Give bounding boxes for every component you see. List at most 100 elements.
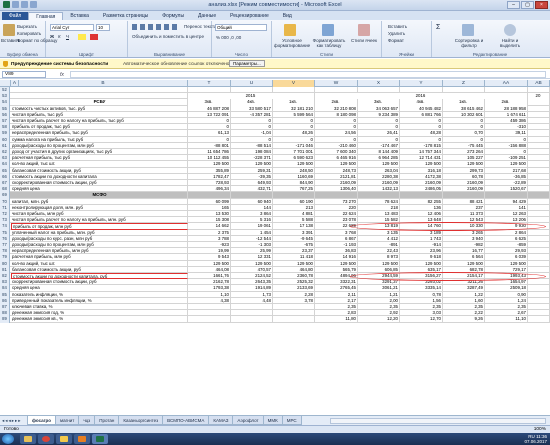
align-icons[interactable] [132,24,180,30]
data-cell[interactable]: 12,20 [358,316,400,323]
delete-cells-button[interactable]: Удалить [388,31,405,36]
number-format-select[interactable]: Общий [215,24,267,31]
format-table-button[interactable]: Форматировать как таблицу [312,38,346,48]
taskbar-chrome[interactable] [38,434,54,444]
column-header[interactable]: X [358,80,400,87]
cut-button[interactable]: Вырезать [17,24,37,29]
system-tray-clock[interactable]: RU 11:36 07.06.2017 [524,434,547,444]
column-header[interactable]: V [273,80,315,87]
formula-input[interactable] [70,71,546,78]
group-label: Шрифт [79,52,94,57]
tab-insert[interactable]: Вставка [63,12,96,20]
zoom-level[interactable]: 100% [534,427,546,432]
bold-button[interactable]: Ж [50,34,54,39]
sheet-tab[interactable]: МРС [281,416,302,425]
paste-icon[interactable] [3,24,15,36]
data-cell[interactable]: 11,10 [485,316,528,323]
font-color-icon[interactable] [90,34,98,40]
tab-data[interactable]: Данные [191,12,223,20]
column-header[interactable]: B [19,80,188,87]
tab-review[interactable]: Рецензирование [223,12,276,20]
select-all-corner[interactable] [0,80,11,87]
security-message: Автоматическое обновление ссылок отключе… [123,61,230,67]
column-header[interactable]: A [11,80,19,87]
window-title: анализ.xlsx [Режим совместимости] - Micr… [208,2,342,8]
sort-filter-icon[interactable] [462,24,474,36]
currency-button[interactable]: % 000 ,0 ,00 [216,35,241,40]
sheet-tabs: фосагро магнит чцз Протан Казаньоргсинтез ВСМ… [27,416,302,425]
fill-color-icon[interactable] [78,34,86,40]
column-header[interactable]: T [188,80,231,87]
sheet-tab[interactable]: Протан [94,416,120,425]
security-options-button[interactable]: Параметры... [229,60,265,67]
data-cell[interactable]: 11,80 [315,316,358,323]
conditional-format-button[interactable]: Условное форматирование [274,38,310,48]
windows-taskbar: RU 11:36 07.06.2017 [0,433,550,445]
maximize-button[interactable]: ▢ [521,1,534,9]
ribbon-tabs: Файл Главная Вставка Разметка страницы Ф… [0,11,550,20]
tab-file[interactable]: Файл [2,12,29,20]
sheet-tab[interactable]: Аэрофлот [232,416,264,425]
merge-center-button[interactable]: Объединить и поместить в центре [132,34,204,39]
row-number[interactable]: 89 [0,316,10,323]
sheet-tab[interactable]: магнит [55,416,80,425]
data-cell[interactable] [273,316,315,323]
sheet-nav-arrows[interactable]: ◂◂◂▸▸▸ [2,418,22,424]
tab-home[interactable]: Главная [28,12,64,20]
font-size-select[interactable]: 10 [96,24,110,31]
sheet-tab[interactable]: фосагро [27,416,56,425]
conditional-format-icon[interactable] [284,24,296,36]
sheet-tab[interactable]: ММК [262,416,283,425]
sheet-tab[interactable]: ВСМПО-АВИСМА [162,416,210,425]
table-row[interactable]: 89 денежная эмиссия кв., % 11,80 12,20 12,70… [0,316,550,323]
data-cell[interactable] [528,316,550,323]
font-name-select[interactable]: Arial Cyr [50,24,94,31]
row-label-cell[interactable]: денежная эмиссия кв., % [11,316,188,323]
column-header[interactable]: AA [485,80,528,87]
group-label: Стили [320,52,333,57]
taskbar-explorer[interactable] [20,434,36,444]
data-cell[interactable]: 12,70 [400,316,443,323]
horizontal-scrollbar[interactable] [330,418,546,424]
column-header[interactable]: W [315,80,358,87]
formula-bar: V89 fx [0,70,550,79]
clock-date: 07.06.2017 [524,439,547,444]
copy-button[interactable]: Копировать [17,31,41,36]
find-select-icon[interactable] [504,24,516,36]
tab-formulas[interactable]: Формулы [155,12,191,20]
column-header[interactable]: Y [400,80,443,87]
sheet-tab[interactable]: КАМАЗ [208,416,234,425]
data-cell[interactable]: 9,26 [443,316,485,323]
close-button[interactable]: × [535,1,548,9]
tab-view[interactable]: Вид [276,12,299,20]
autosum-icon[interactable]: Σ [436,24,440,31]
find-select-button[interactable]: Найти и выделить [492,38,528,48]
data-cell[interactable] [231,316,273,323]
taskbar-excel[interactable] [92,434,108,444]
taskbar-yandex[interactable] [56,434,72,444]
format-table-icon[interactable] [322,24,334,36]
tab-page-layout[interactable]: Разметка страницы [96,12,155,20]
name-box[interactable]: V89 [2,71,46,78]
sheet-tab[interactable]: чцз [78,416,96,425]
taskbar-media[interactable] [74,434,90,444]
insert-cells-button[interactable]: Вставить [388,24,407,29]
status-bar: Готово 100% [0,425,550,433]
sheet-tab-bar: ◂◂◂▸▸▸ фосагро магнит чцз Протан Казаньоргси… [0,415,550,425]
data-cell[interactable] [188,316,231,323]
column-header[interactable]: U [231,80,273,87]
sort-filter-button[interactable]: Сортировка и фильтр [452,38,486,48]
column-header[interactable]: Z [443,80,485,87]
sheet-tab[interactable]: Казаньоргсинтез [118,416,164,425]
underline-button[interactable]: Ч [66,34,69,39]
minimize-button[interactable]: – [507,1,520,9]
column-header[interactable]: AB [528,80,550,87]
italic-button[interactable]: К [58,34,61,39]
cell-styles-icon[interactable] [358,24,370,36]
start-button[interactable] [2,434,14,444]
format-cells-button[interactable]: Формат [388,38,404,43]
clipboard-group: Вставить Вырезать Копировать Формат по о… [0,21,57,57]
font-group: Arial Cyr 10 Ж К Ч Шрифт [46,21,128,57]
fx-icon[interactable]: fx [60,72,64,78]
cell-styles-button[interactable]: Стили ячеек [350,38,378,43]
